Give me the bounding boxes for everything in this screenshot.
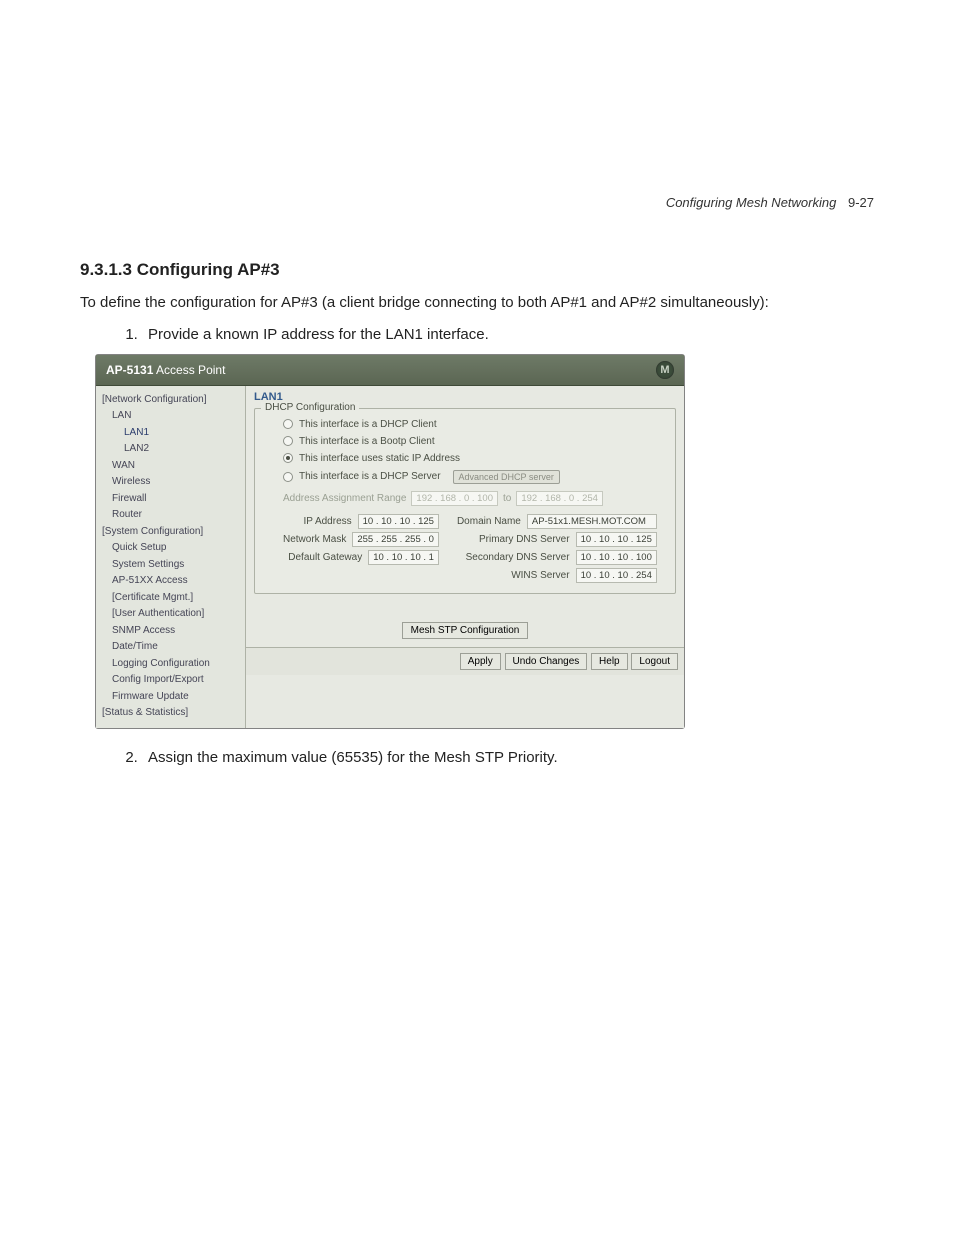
document-page: Configuring Mesh Networking 9-27 9.3.1.3… bbox=[0, 0, 954, 1235]
undo-changes-button[interactable]: Undo Changes bbox=[505, 653, 588, 670]
radio-label: This interface is a DHCP Server bbox=[299, 471, 441, 482]
radio-icon bbox=[283, 472, 293, 482]
radio-label: This interface is a DHCP Client bbox=[299, 419, 437, 430]
primary-dns-label: Primary DNS Server bbox=[479, 534, 570, 545]
tree-item[interactable]: Config Import/Export bbox=[102, 672, 241, 689]
tree-item[interactable]: LAN bbox=[102, 408, 241, 425]
ip-address-label: IP Address bbox=[303, 516, 351, 527]
radio-label: This interface is a Bootp Client bbox=[299, 436, 435, 447]
secondary-dns-input[interactable]: 10 . 10 . 10 . 100 bbox=[576, 550, 657, 565]
radio-static-ip[interactable]: This interface uses static IP Address bbox=[283, 450, 661, 467]
radio-dhcp-server[interactable]: This interface is a DHCP Server Advanced… bbox=[283, 467, 661, 487]
network-mask-input[interactable]: 255 . 255 . 255 . 0 bbox=[352, 532, 439, 547]
domain-name-label: Domain Name bbox=[457, 516, 521, 527]
right-column: Domain Name AP-51x1.MESH.MOT.COM Primary … bbox=[457, 514, 657, 583]
logout-button[interactable]: Logout bbox=[631, 653, 678, 670]
tree-item[interactable]: WAN bbox=[102, 458, 241, 475]
app-title: AP-5131 Access Point bbox=[106, 363, 225, 377]
tree-item[interactable]: AP-51XX Access bbox=[102, 573, 241, 590]
footer-toolbar: Apply Undo Changes Help Logout bbox=[246, 647, 684, 675]
tree-item[interactable]: Date/Time bbox=[102, 639, 241, 656]
default-gateway-input[interactable]: 10 . 10 . 10 . 1 bbox=[368, 550, 439, 565]
stp-button-row: Mesh STP Configuration bbox=[246, 602, 684, 647]
address-range-to-word: to bbox=[503, 493, 511, 504]
address-range-row: Address Assignment Range 192 . 168 . 0 .… bbox=[283, 487, 661, 508]
tree-item[interactable]: [Certificate Mgmt.] bbox=[102, 590, 241, 607]
wins-server-label: WINS Server bbox=[511, 570, 569, 581]
secondary-dns-label: Secondary DNS Server bbox=[466, 552, 570, 563]
mesh-stp-button[interactable]: Mesh STP Configuration bbox=[402, 622, 529, 639]
advanced-dhcp-button[interactable]: Advanced DHCP server bbox=[453, 470, 560, 484]
app-title-rest: Access Point bbox=[153, 363, 225, 377]
apply-button[interactable]: Apply bbox=[460, 653, 501, 670]
app-title-model: AP-5131 bbox=[106, 363, 153, 377]
tree-item[interactable]: [User Authentication] bbox=[102, 606, 241, 623]
tree-item[interactable]: LAN1 bbox=[102, 425, 241, 442]
tree-item[interactable]: System Settings bbox=[102, 557, 241, 574]
app-titlebar: AP-5131 Access Point M bbox=[96, 355, 684, 386]
tree-item[interactable]: Router bbox=[102, 507, 241, 524]
step-1: Provide a known IP address for the LAN1 … bbox=[142, 324, 874, 346]
radio-bootp-client[interactable]: This interface is a Bootp Client bbox=[283, 433, 661, 450]
tree-item[interactable]: SNMP Access bbox=[102, 623, 241, 640]
tree-item[interactable]: Quick Setup bbox=[102, 540, 241, 557]
radio-label: This interface uses static IP Address bbox=[299, 453, 460, 464]
dhcp-config-group: DHCP Configuration This interface is a D… bbox=[254, 408, 676, 594]
radio-icon bbox=[283, 453, 293, 463]
tree-item[interactable]: [System Configuration] bbox=[102, 524, 241, 541]
default-gateway-label: Default Gateway bbox=[288, 552, 362, 563]
intro-paragraph: To define the configuration for AP#3 (a … bbox=[80, 292, 874, 314]
step-list-cont: Assign the maximum value (65535) for the… bbox=[142, 747, 874, 769]
tree-item[interactable]: Wireless bbox=[102, 474, 241, 491]
step-2: Assign the maximum value (65535) for the… bbox=[142, 747, 874, 769]
running-header-page: 9-27 bbox=[848, 195, 874, 210]
tree-item[interactable]: Firewall bbox=[102, 491, 241, 508]
step-list: Provide a known IP address for the LAN1 … bbox=[142, 324, 874, 346]
tree-item[interactable]: Firmware Update bbox=[102, 689, 241, 706]
tree-item[interactable]: [Network Configuration] bbox=[102, 392, 241, 409]
help-button[interactable]: Help bbox=[591, 653, 628, 670]
section-heading: 9.3.1.3 Configuring AP#3 bbox=[80, 260, 874, 280]
content-pane: LAN1 DHCP Configuration This interface i… bbox=[246, 386, 684, 728]
wins-server-input[interactable]: 10 . 10 . 10 . 254 bbox=[576, 568, 657, 583]
vendor-logo-icon: M bbox=[656, 361, 674, 379]
tree-item[interactable]: Logging Configuration bbox=[102, 656, 241, 673]
address-range-label: Address Assignment Range bbox=[283, 493, 406, 504]
nav-tree[interactable]: [Network Configuration]LANLAN1LAN2WANWir… bbox=[96, 386, 246, 728]
running-header-title: Configuring Mesh Networking bbox=[666, 195, 837, 210]
primary-dns-input[interactable]: 10 . 10 . 10 . 125 bbox=[576, 532, 657, 547]
radio-dhcp-client[interactable]: This interface is a DHCP Client bbox=[283, 416, 661, 433]
left-column: IP Address 10 . 10 . 10 . 125 Network Mas… bbox=[283, 514, 439, 583]
group-legend: DHCP Configuration bbox=[261, 402, 359, 413]
address-range-to[interactable]: 192 . 168 . 0 . 254 bbox=[516, 491, 603, 506]
network-mask-label: Network Mask bbox=[283, 534, 346, 545]
radio-icon bbox=[283, 419, 293, 429]
tree-item[interactable]: LAN2 bbox=[102, 441, 241, 458]
domain-name-input[interactable]: AP-51x1.MESH.MOT.COM bbox=[527, 514, 657, 529]
running-header: Configuring Mesh Networking 9-27 bbox=[666, 195, 874, 210]
embedded-screenshot: AP-5131 Access Point M [Network Configur… bbox=[95, 354, 685, 729]
ip-address-input[interactable]: 10 . 10 . 10 . 125 bbox=[358, 514, 439, 529]
tree-item[interactable]: [Status & Statistics] bbox=[102, 705, 241, 722]
address-range-from[interactable]: 192 . 168 . 0 . 100 bbox=[411, 491, 498, 506]
radio-icon bbox=[283, 436, 293, 446]
